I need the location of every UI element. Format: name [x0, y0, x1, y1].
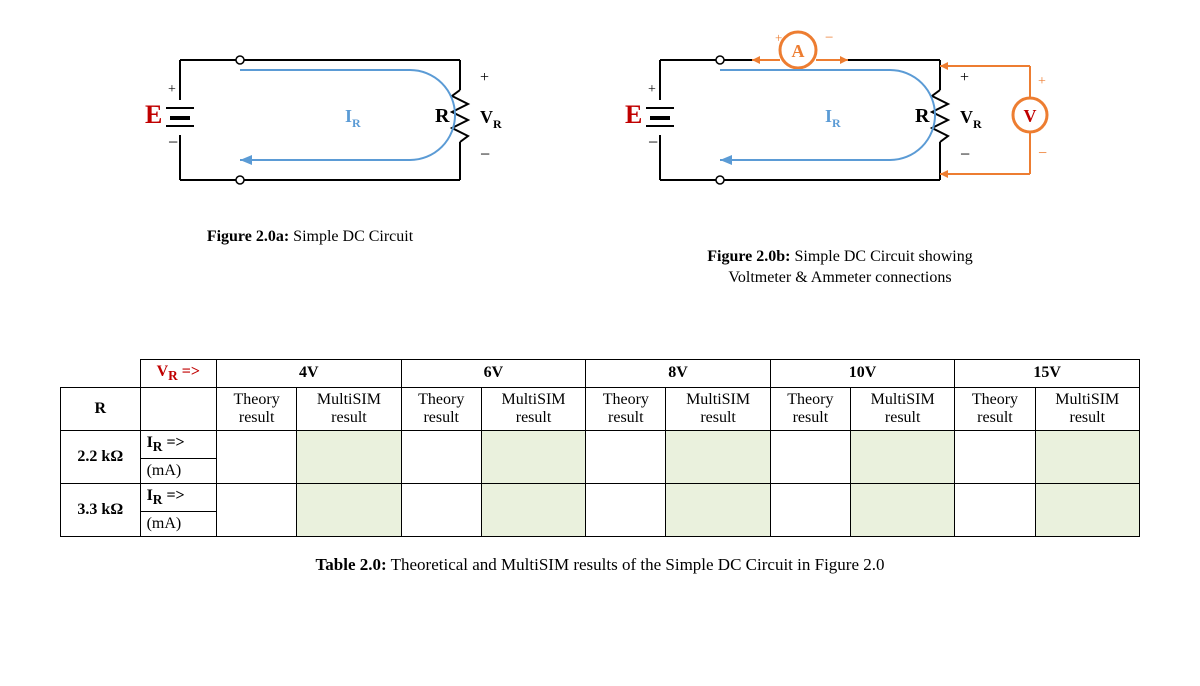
col-6v: 6V [401, 359, 586, 387]
svg-text:+: + [1038, 74, 1046, 89]
svg-text:−: − [480, 144, 490, 164]
circuit-diagram-b: A + − E + − IR R VR [580, 30, 1100, 230]
circuit-diagram-a: E + − IR R VR + − [100, 30, 520, 210]
svg-text:VR: VR [480, 107, 502, 131]
svg-text:+: + [775, 30, 782, 45]
svg-text:−: − [1038, 145, 1047, 162]
header-R: R [61, 387, 141, 430]
svg-text:+: + [960, 69, 969, 86]
svg-text:E: E [625, 100, 642, 129]
svg-text:−: − [168, 132, 178, 152]
svg-text:−: − [825, 30, 833, 46]
svg-text:V: V [1024, 106, 1037, 126]
svg-text:VR: VR [960, 107, 982, 131]
figure-a-caption: Figure 2.0a: Simple DC Circuit [100, 227, 520, 248]
col-4v: 4V [217, 359, 402, 387]
figure-2-0b: A + − E + − IR R VR [580, 30, 1100, 289]
subhead-theory: Theoryresult [217, 387, 297, 430]
figures-row: E + − IR R VR + − Figure 2.0a: Simple DC… [60, 30, 1140, 289]
svg-text:IR: IR [345, 106, 361, 130]
table-caption: Table 2.0: Theoretical and MultiSIM resu… [60, 555, 1140, 575]
svg-text:+: + [480, 69, 489, 86]
col-10v: 10V [770, 359, 955, 387]
table-row: 2.2 kΩ IR => [61, 430, 1140, 458]
svg-text:R: R [915, 105, 930, 127]
svg-text:−: − [648, 132, 658, 152]
subhead-multisim: MultiSIMresult [297, 387, 401, 430]
svg-text:A: A [792, 41, 805, 61]
svg-text:R: R [435, 105, 450, 127]
figure-b-caption: Figure 2.0b: Simple DC Circuit showing V… [580, 247, 1100, 289]
table-row: 3.3 kΩ IR => [61, 483, 1140, 511]
svg-text:−: − [960, 144, 970, 164]
col-8v: 8V [586, 359, 771, 387]
figure-2-0a: E + − IR R VR + − Figure 2.0a: Simple DC… [100, 30, 520, 248]
svg-text:+: + [168, 82, 176, 97]
svg-text:+: + [648, 82, 656, 97]
results-table: VR => 4V 6V 8V 10V 15V R Theoryresult Mu… [60, 359, 1140, 538]
label-E: E [145, 100, 162, 129]
svg-text:IR: IR [825, 106, 841, 130]
col-15v: 15V [955, 359, 1140, 387]
